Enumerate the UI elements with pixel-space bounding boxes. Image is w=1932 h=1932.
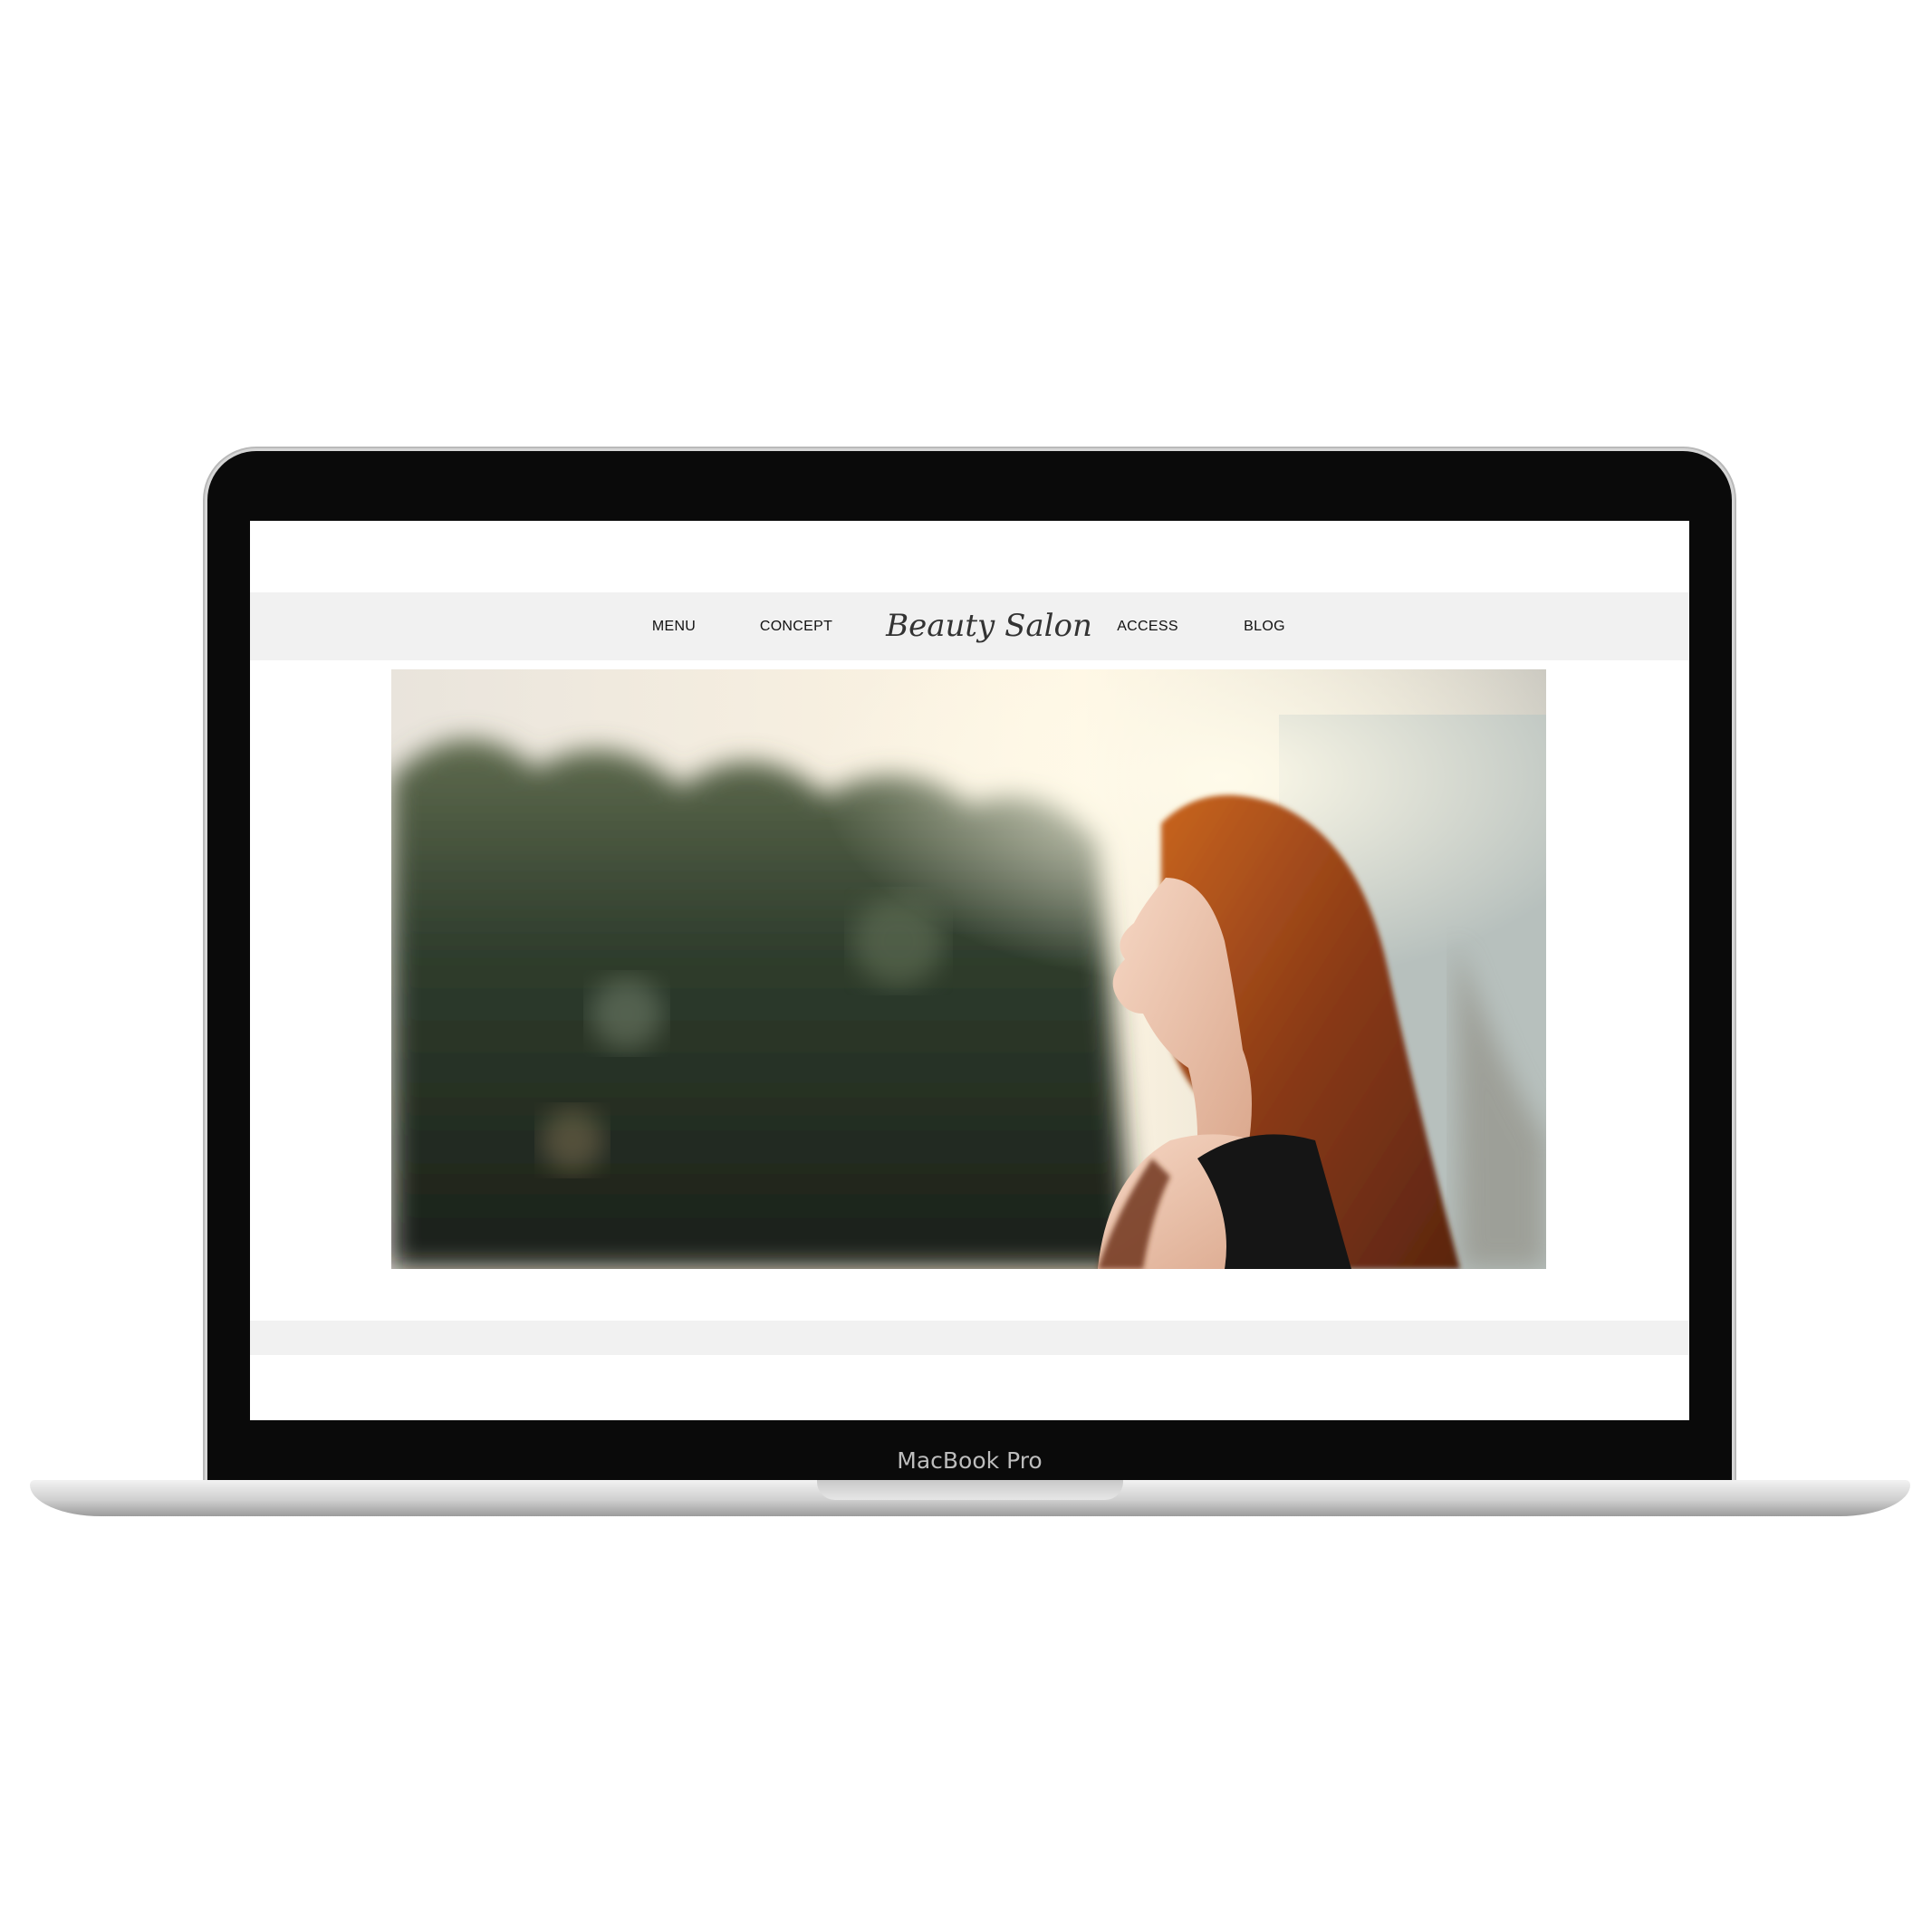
device-label: MacBook Pro [897,1447,1043,1474]
footer-band [250,1321,1689,1355]
laptop-base [30,1480,1910,1516]
nav-item-access[interactable]: ACCESS [1117,592,1178,660]
nav-item-blog[interactable]: BLOG [1244,592,1285,660]
nav-item-concept[interactable]: CONCEPT [760,592,832,660]
header-nav: MENU CONCEPT Beauty Salon ACCESS BLOG [250,592,1689,660]
hero-image [391,669,1546,1269]
site-logo[interactable]: Beauty Salon [886,592,1092,660]
nav-item-menu[interactable]: MENU [652,592,696,660]
opening-notch [817,1480,1123,1500]
hero-photo-illustration [391,669,1546,1269]
laptop-lid: MENU CONCEPT Beauty Salon ACCESS BLOG Ma… [207,451,1732,1484]
browser-screen: MENU CONCEPT Beauty Salon ACCESS BLOG [250,521,1689,1420]
